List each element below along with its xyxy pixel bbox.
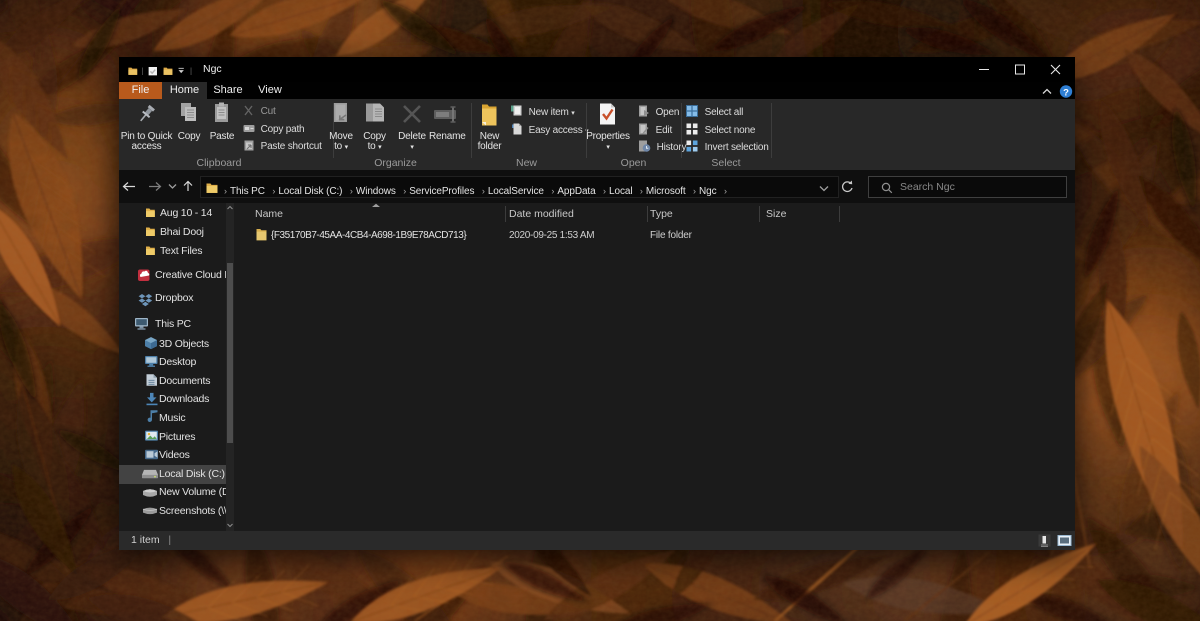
svg-text:|: | (142, 67, 144, 76)
svg-text:?: ? (1063, 87, 1069, 98)
svg-text:|: | (190, 67, 192, 76)
